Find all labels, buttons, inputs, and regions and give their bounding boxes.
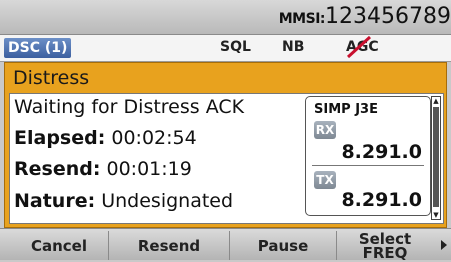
distress-content: Waiting for Distress ACK Elapsed: 00:02:… bbox=[9, 93, 444, 224]
mode-label: SIMP J3E bbox=[314, 102, 378, 117]
rx-icon: RX bbox=[314, 121, 336, 139]
nature-value: Undesignated bbox=[101, 190, 234, 212]
mmsi-readout: MMSI:123456789 bbox=[279, 4, 451, 32]
mmsi-label: MMSI: bbox=[278, 11, 326, 27]
rx-frequency: 8.291.0 bbox=[341, 141, 422, 163]
select-freq-button[interactable]: Select FREQ bbox=[337, 231, 433, 260]
sql-indicator: SQL bbox=[220, 39, 251, 55]
nature-line: Nature: Undesignated bbox=[14, 190, 233, 212]
select-freq-line2: FREQ bbox=[362, 243, 408, 262]
scroll-thumb[interactable] bbox=[433, 107, 439, 207]
distress-panel: Distress Waiting for Distress ACK Elapse… bbox=[4, 62, 447, 228]
softkey-bar: Cancel Resend Pause Select FREQ bbox=[0, 228, 451, 260]
agc-off-icon bbox=[346, 35, 372, 59]
cancel-button[interactable]: Cancel bbox=[10, 231, 109, 260]
status-bar: MMSI:123456789 bbox=[0, 0, 451, 35]
nb-indicator: NB bbox=[282, 39, 305, 55]
tx-icon: TX bbox=[314, 171, 336, 189]
pause-button[interactable]: Pause bbox=[230, 231, 337, 260]
freq-divider bbox=[312, 165, 424, 166]
scroll-down-icon[interactable]: ▼ bbox=[432, 211, 440, 219]
nature-label: Nature: bbox=[14, 190, 96, 212]
indicator-row: DSC (1) SQL NB AGC bbox=[0, 35, 451, 62]
elapsed-label: Elapsed: bbox=[14, 127, 106, 149]
resend-button[interactable]: Resend bbox=[109, 231, 230, 260]
elapsed-value: 00:02:54 bbox=[111, 127, 197, 149]
resend-line: Resend: 00:01:19 bbox=[14, 158, 192, 180]
status-message: Waiting for Distress ACK bbox=[14, 96, 245, 118]
elapsed-line: Elapsed: 00:02:54 bbox=[14, 127, 197, 149]
dsc-badge[interactable]: DSC (1) bbox=[4, 38, 72, 58]
next-page-icon[interactable] bbox=[441, 240, 447, 250]
tx-frequency: 8.291.0 bbox=[341, 189, 422, 211]
scroll-up-icon[interactable]: ▲ bbox=[432, 97, 440, 105]
frequency-box: SIMP J3E RX 8.291.0 TX 8.291.0 bbox=[305, 96, 431, 216]
resend-label: Resend: bbox=[14, 158, 101, 180]
scrollbar[interactable]: ▲ ▼ bbox=[431, 96, 441, 220]
panel-title: Distress bbox=[13, 67, 90, 89]
resend-value: 00:01:19 bbox=[106, 158, 192, 180]
agc-indicator: AGC bbox=[346, 35, 379, 59]
mmsi-value: 123456789 bbox=[325, 4, 451, 29]
